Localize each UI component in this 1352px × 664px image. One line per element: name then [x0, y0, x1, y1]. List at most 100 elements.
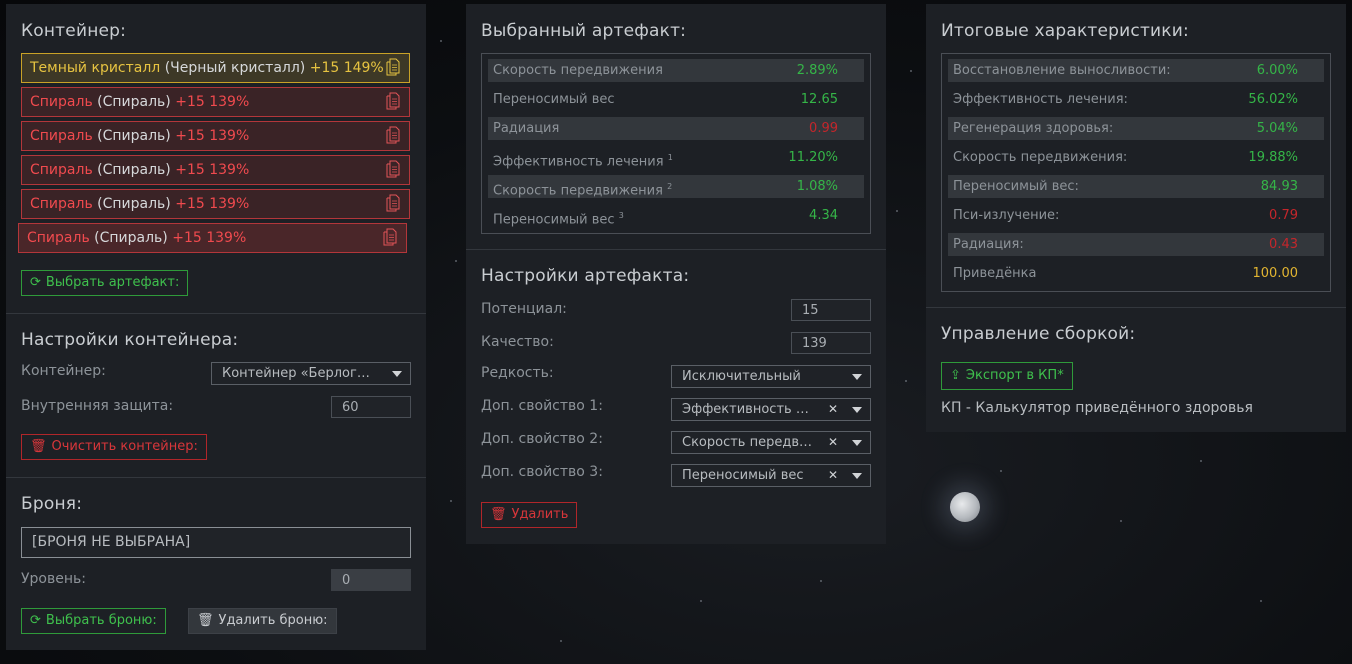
armor-level-input[interactable]: 0: [331, 569, 411, 591]
divider: [6, 313, 426, 314]
stat-value: 19.88%: [1248, 150, 1298, 165]
stat-value: 0.99: [809, 121, 838, 136]
artifact-name: Спираль: [30, 128, 93, 144]
chevron-down-icon: [852, 407, 862, 413]
divider: [926, 307, 1346, 308]
artifact-level: +15 139%: [175, 196, 250, 212]
extra3-select[interactable]: Переносимый вес ✕: [671, 464, 871, 487]
upload-icon: ⇪: [950, 368, 961, 383]
export-button[interactable]: ⇪ Экспорт в КП*: [941, 362, 1073, 390]
artifact-slot[interactable]: Спираль (Спираль) +15 139%: [21, 155, 410, 185]
rarity-label: Редкость:: [481, 365, 554, 381]
left-panel: Контейнер: Темный кристалл (Черный крист…: [6, 4, 426, 650]
right-panel: Итоговые характеристики: Восстановление …: [926, 4, 1346, 432]
stat-row: Эффективность лечения 1 11.20%: [488, 146, 864, 169]
container-title: Контейнер:: [21, 21, 127, 41]
extra3-label: Доп. свойство 3:: [481, 464, 603, 480]
extra2-select[interactable]: Скорость передви... ✕: [671, 431, 871, 454]
quality-label: Качество:: [481, 334, 554, 350]
artifact-base-name: (Спираль): [97, 196, 171, 212]
copy-icon[interactable]: [386, 92, 400, 110]
trash-icon: 🗑: [197, 613, 214, 628]
artifact-slot[interactable]: Спираль (Спираль) +15 139%: [21, 121, 410, 151]
trash-icon: 🗑: [30, 439, 47, 454]
copy-icon[interactable]: [386, 58, 400, 76]
stat-row: Восстановление выносливости: 6.00%: [948, 59, 1324, 82]
stat-value: 4.34: [809, 208, 838, 223]
stat-value: 12.65: [800, 92, 838, 107]
stat-row: Скорость передвижения 2.89%: [488, 59, 864, 82]
stat-label: Эффективность лечения:: [953, 92, 1128, 107]
stat-label: Эффективность лечения 1: [493, 153, 673, 170]
stat-value: 56.02%: [1248, 92, 1298, 107]
artifact-level: +15 139%: [175, 162, 250, 178]
stat-label: Радиация:: [953, 237, 1024, 252]
container-label: Контейнер:: [21, 363, 106, 379]
stat-label: Приведёнка: [953, 266, 1037, 281]
stat-value: 100.00: [1252, 266, 1299, 281]
stat-value: 5.04%: [1256, 121, 1298, 136]
clear-icon[interactable]: ✕: [828, 432, 838, 453]
copy-icon[interactable]: [383, 228, 397, 246]
stat-label: Скорость передвижения:: [953, 150, 1128, 165]
artifact-slot[interactable]: Спираль (Спираль) +15 139%: [18, 223, 407, 253]
stat-value: 1.08%: [796, 179, 838, 194]
stat-row: Приведёнка 100.00: [948, 262, 1324, 285]
artifact-level: +15 149%: [309, 60, 384, 76]
delete-armor-button[interactable]: 🗑 Удалить броню:: [188, 608, 337, 634]
clear-container-button[interactable]: 🗑 Очистить контейнер:: [21, 434, 207, 460]
stat-label: Переносимый вес:: [953, 179, 1079, 194]
chevron-down-icon: [392, 371, 402, 377]
artifact-slot[interactable]: Темный кристалл (Черный кристалл) +15 14…: [21, 53, 410, 83]
artifact-slot[interactable]: Спираль (Спираль) +15 139%: [21, 189, 410, 219]
stat-label: Радиация: [493, 121, 560, 136]
clear-icon[interactable]: ✕: [828, 399, 838, 420]
stat-value: 2.89%: [796, 63, 838, 78]
divider: [466, 249, 886, 250]
chevron-down-icon: [852, 374, 862, 380]
artifact-base-name: (Черный кристалл): [164, 60, 306, 76]
stat-value: 0.79: [1269, 208, 1298, 223]
stat-row: Переносимый вес: 84.93: [948, 175, 1324, 198]
delete-artifact-button[interactable]: 🗑 Удалить: [481, 502, 578, 528]
middle-panel: Выбранный артефакт: Скорость передвижени…: [466, 4, 886, 544]
refresh-icon: ⟳: [30, 275, 41, 290]
extra1-label: Доп. свойство 1:: [481, 398, 603, 414]
stat-row: Радиация: 0.43: [948, 233, 1324, 256]
stat-row: Пси-излучение: 0.79: [948, 204, 1324, 227]
totals-title: Итоговые характеристики:: [941, 21, 1189, 41]
select-artifact-button[interactable]: ⟳ Выбрать артефакт:: [21, 270, 189, 296]
select-armor-button[interactable]: ⟳ Выбрать броню:: [21, 608, 166, 634]
artifact-base-name: (Спираль): [94, 230, 168, 246]
quality-input[interactable]: 139: [791, 332, 871, 354]
container-select[interactable]: Контейнер «Берлога...: [211, 362, 411, 385]
divider: [6, 477, 426, 478]
artifact-settings-title: Настройки артефакта:: [481, 266, 690, 286]
armor-field[interactable]: [БРОНЯ НЕ ВЫБРАНА]: [21, 527, 411, 558]
stat-label: Переносимый вес: [493, 92, 615, 107]
totals-stats: Восстановление выносливости: 6.00% Эффекти…: [941, 53, 1331, 292]
stat-label: Восстановление выносливости:: [953, 63, 1171, 78]
copy-icon[interactable]: [386, 194, 400, 212]
potential-input[interactable]: 15: [791, 299, 871, 321]
potential-label: Потенциал:: [481, 301, 567, 317]
copy-icon[interactable]: [386, 126, 400, 144]
stat-sup: 3: [618, 211, 624, 220]
artifact-name: Спираль: [30, 196, 93, 212]
chevron-down-icon: [852, 473, 862, 479]
build-note: КП - Калькулятор приведённого здоровья: [941, 400, 1253, 416]
stat-sup: 1: [667, 153, 673, 162]
copy-icon[interactable]: [386, 160, 400, 178]
artifact-slot[interactable]: Спираль (Спираль) +15 139%: [21, 87, 410, 117]
stat-label: Переносимый вес 3: [493, 211, 624, 228]
refresh-icon: ⟳: [30, 613, 41, 628]
artifact-name: Спираль: [27, 230, 90, 246]
stat-row: Скорость передвижения 2 1.08%: [488, 175, 864, 198]
rarity-select[interactable]: Исключительный: [671, 365, 871, 388]
clear-icon[interactable]: ✕: [828, 465, 838, 486]
container-settings-title: Настройки контейнера:: [21, 330, 239, 350]
stat-row: Радиация 0.99: [488, 117, 864, 140]
extra1-select[interactable]: Эффективность ле... ✕: [671, 398, 871, 421]
protection-input[interactable]: 60: [331, 396, 411, 418]
chevron-down-icon: [852, 440, 862, 446]
